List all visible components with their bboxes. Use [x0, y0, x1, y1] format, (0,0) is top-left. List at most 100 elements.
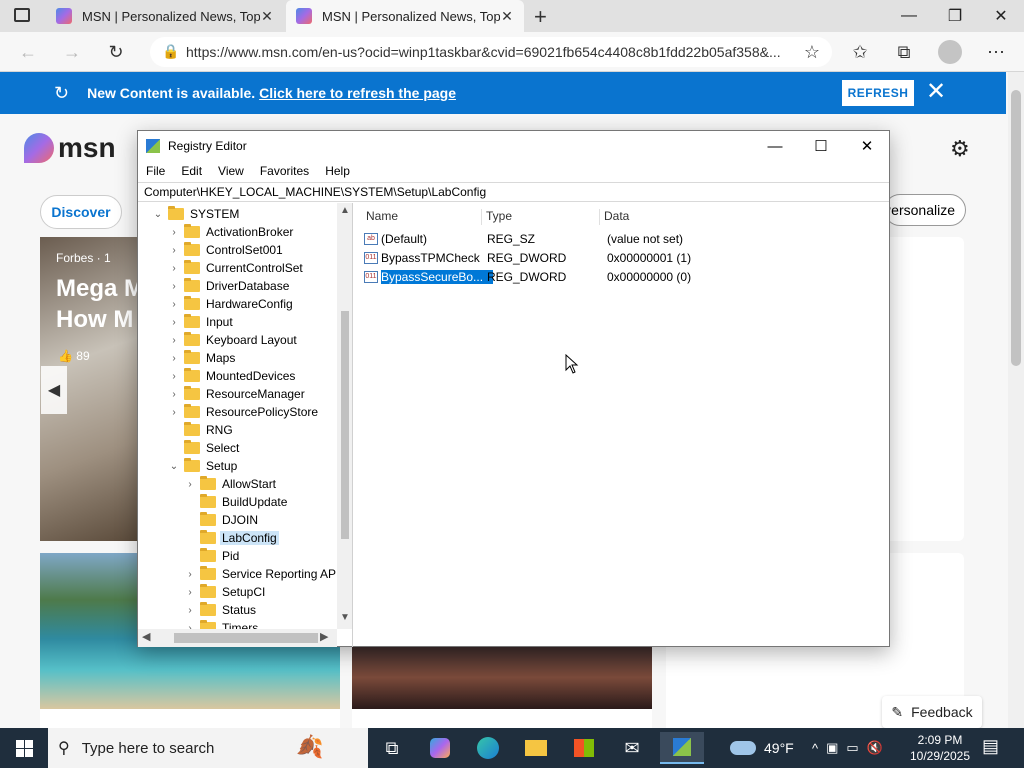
tree-node[interactable]: LabConfig — [138, 529, 279, 547]
profile-avatar[interactable] — [938, 40, 962, 64]
restore-button[interactable]: ❐ — [932, 0, 978, 32]
chevron-right-icon[interactable]: › — [168, 371, 180, 382]
menu-item-favorites[interactable]: Favorites — [252, 164, 317, 178]
chevron-down-icon[interactable]: ⌄ — [152, 209, 164, 220]
chevron-right-icon[interactable]: › — [168, 317, 180, 328]
tree-hscroll-thumb[interactable] — [174, 633, 318, 643]
chevron-right-icon[interactable]: › — [184, 569, 196, 580]
chevron-right-icon[interactable]: › — [168, 263, 180, 274]
carousel-prev-icon[interactable]: ◀ — [41, 366, 67, 414]
column-header-type[interactable]: Type — [482, 209, 600, 225]
close-window-button[interactable]: ✕ — [978, 0, 1024, 32]
page-scrollbar-thumb[interactable] — [1011, 90, 1021, 366]
registry-value-row[interactable]: 011 BypassTPMCheck REG_DWORD 0x00000001 (1) — [364, 248, 691, 267]
mail-icon[interactable]: ✉ — [612, 732, 652, 764]
chevron-right-icon[interactable]: › — [168, 281, 180, 292]
close-tab-icon[interactable]: ✕ — [500, 8, 514, 25]
close-banner-icon[interactable]: ✕ — [926, 77, 946, 106]
browser-tab[interactable]: MSN | Personalized News, Top H ✕ — [46, 0, 284, 32]
column-header-data[interactable]: Data — [600, 209, 889, 225]
regedit-minimize-button[interactable]: — — [752, 131, 798, 161]
refresh-link[interactable]: Click here to refresh the page — [259, 85, 456, 101]
more-menu-icon[interactable]: ⋯ — [984, 40, 1008, 64]
tree-node[interactable]: RNG — [138, 421, 235, 439]
tree-node[interactable]: BuildUpdate — [138, 493, 289, 511]
chevron-right-icon[interactable]: › — [184, 587, 196, 598]
chevron-right-icon[interactable]: › — [168, 245, 180, 256]
file-explorer-icon[interactable] — [516, 732, 556, 764]
tree-node[interactable]: › ResourceManager — [138, 385, 307, 403]
address-bar[interactable]: 🔒 https://www.msn.com/en-us?ocid=winp1ta… — [150, 37, 832, 67]
start-button[interactable] — [0, 728, 48, 768]
like-count[interactable]: 👍 89 — [58, 349, 90, 363]
chevron-right-icon[interactable]: › — [184, 479, 196, 490]
scroll-right-icon[interactable]: ▶ — [320, 630, 328, 643]
chevron-up-icon[interactable]: ^ — [812, 741, 818, 756]
regedit-address-bar[interactable]: Computer\HKEY_LOCAL_MACHINE\SYSTEM\Setup… — [138, 182, 889, 202]
column-header-name[interactable]: Name — [362, 209, 482, 225]
edge-browser-icon[interactable] — [468, 732, 508, 764]
taskbar-search-box[interactable]: ⚲ Type here to search 🍂 — [48, 728, 368, 768]
tree-node[interactable]: › Input — [138, 313, 235, 331]
chevron-right-icon[interactable]: › — [168, 353, 180, 364]
lock-icon[interactable]: 🔒 — [162, 43, 179, 60]
microsoft-store-icon[interactable] — [564, 732, 604, 764]
chevron-right-icon[interactable]: › — [168, 335, 180, 346]
refresh-button[interactable]: REFRESH — [842, 80, 914, 106]
tree-node[interactable]: › Maps — [138, 349, 237, 367]
tree-node[interactable]: Select — [138, 439, 241, 457]
personalize-button[interactable]: Personalize — [884, 194, 966, 226]
regedit-close-button[interactable]: ✕ — [844, 131, 890, 161]
tree-node[interactable]: › ControlSet001 — [138, 241, 285, 259]
tree-node[interactable]: ⌄ Setup — [138, 457, 239, 475]
menu-item-edit[interactable]: Edit — [173, 164, 210, 178]
taskbar-clock[interactable]: 2:09 PM 10/29/2025 — [904, 730, 976, 766]
feedback-button[interactable]: ✎ Feedback — [882, 696, 982, 728]
regedit-maximize-button[interactable]: ☐ — [798, 131, 844, 161]
menu-item-view[interactable]: View — [210, 164, 252, 178]
tree-node[interactable]: › Status — [138, 601, 258, 619]
registry-editor-taskbar-icon[interactable] — [660, 732, 704, 764]
copilot-icon[interactable] — [420, 732, 460, 764]
favorites-icon[interactable]: ✩ — [848, 40, 872, 64]
tree-node[interactable]: › ActivationBroker — [138, 223, 295, 241]
settings-gear-icon[interactable]: ⚙ — [950, 136, 970, 162]
new-tab-icon[interactable]: + — [534, 4, 547, 30]
tab-actions-icon[interactable] — [14, 8, 30, 22]
scroll-down-icon[interactable]: ▼ — [337, 612, 352, 623]
tree-node[interactable]: › DriverDatabase — [138, 277, 291, 295]
network-icon[interactable]: ▭ — [846, 740, 858, 756]
news-card-image[interactable] — [352, 646, 652, 709]
menu-item-help[interactable]: Help — [317, 164, 358, 178]
tree-node[interactable]: › Service Reporting API — [138, 565, 341, 583]
close-tab-icon[interactable]: ✕ — [260, 8, 274, 25]
weather-widget[interactable]: 49°F — [730, 728, 794, 768]
registry-value-row[interactable]: 011 BypassSecureBo... REG_DWORD 0x00000000 … — [364, 267, 691, 286]
chevron-down-icon[interactable]: ⌄ — [168, 461, 180, 472]
volume-muted-icon[interactable]: 🔇 — [867, 740, 883, 756]
refresh-icon[interactable]: ↻ — [104, 40, 128, 64]
browser-tab-active[interactable]: MSN | Personalized News, Top H ✕ — [286, 0, 524, 32]
tree-node[interactable]: › AllowStart — [138, 475, 278, 493]
tree-node[interactable]: ⌄ SYSTEM — [138, 205, 241, 223]
tree-node[interactable]: › CurrentControlSet — [138, 259, 305, 277]
minimize-button[interactable]: — — [886, 0, 932, 32]
add-favorite-icon[interactable]: ☆ — [800, 40, 824, 64]
collections-icon[interactable]: ⧉ — [892, 40, 916, 64]
back-icon[interactable]: ← — [16, 40, 40, 64]
tree-node[interactable]: › MountedDevices — [138, 367, 297, 385]
discover-button[interactable]: Discover — [40, 195, 122, 229]
menu-item-file[interactable]: File — [138, 164, 173, 178]
tree-node[interactable]: › SetupCI — [138, 583, 267, 601]
chevron-right-icon[interactable]: › — [168, 299, 180, 310]
notifications-icon[interactable]: ▤ — [982, 736, 999, 757]
tree-node[interactable]: DJOIN — [138, 511, 260, 529]
msn-logo[interactable]: msn — [24, 132, 116, 164]
tree-node[interactable]: › Keyboard Layout — [138, 331, 299, 349]
tree-node[interactable]: Pid — [138, 547, 241, 565]
registry-value-row[interactable]: ab (Default) REG_SZ (value not set) — [364, 229, 683, 248]
forward-icon[interactable]: → — [60, 40, 84, 64]
task-view-icon[interactable]: ⧉ — [372, 732, 412, 764]
scroll-up-icon[interactable]: ▲ — [337, 205, 352, 216]
chevron-right-icon[interactable]: › — [168, 227, 180, 238]
